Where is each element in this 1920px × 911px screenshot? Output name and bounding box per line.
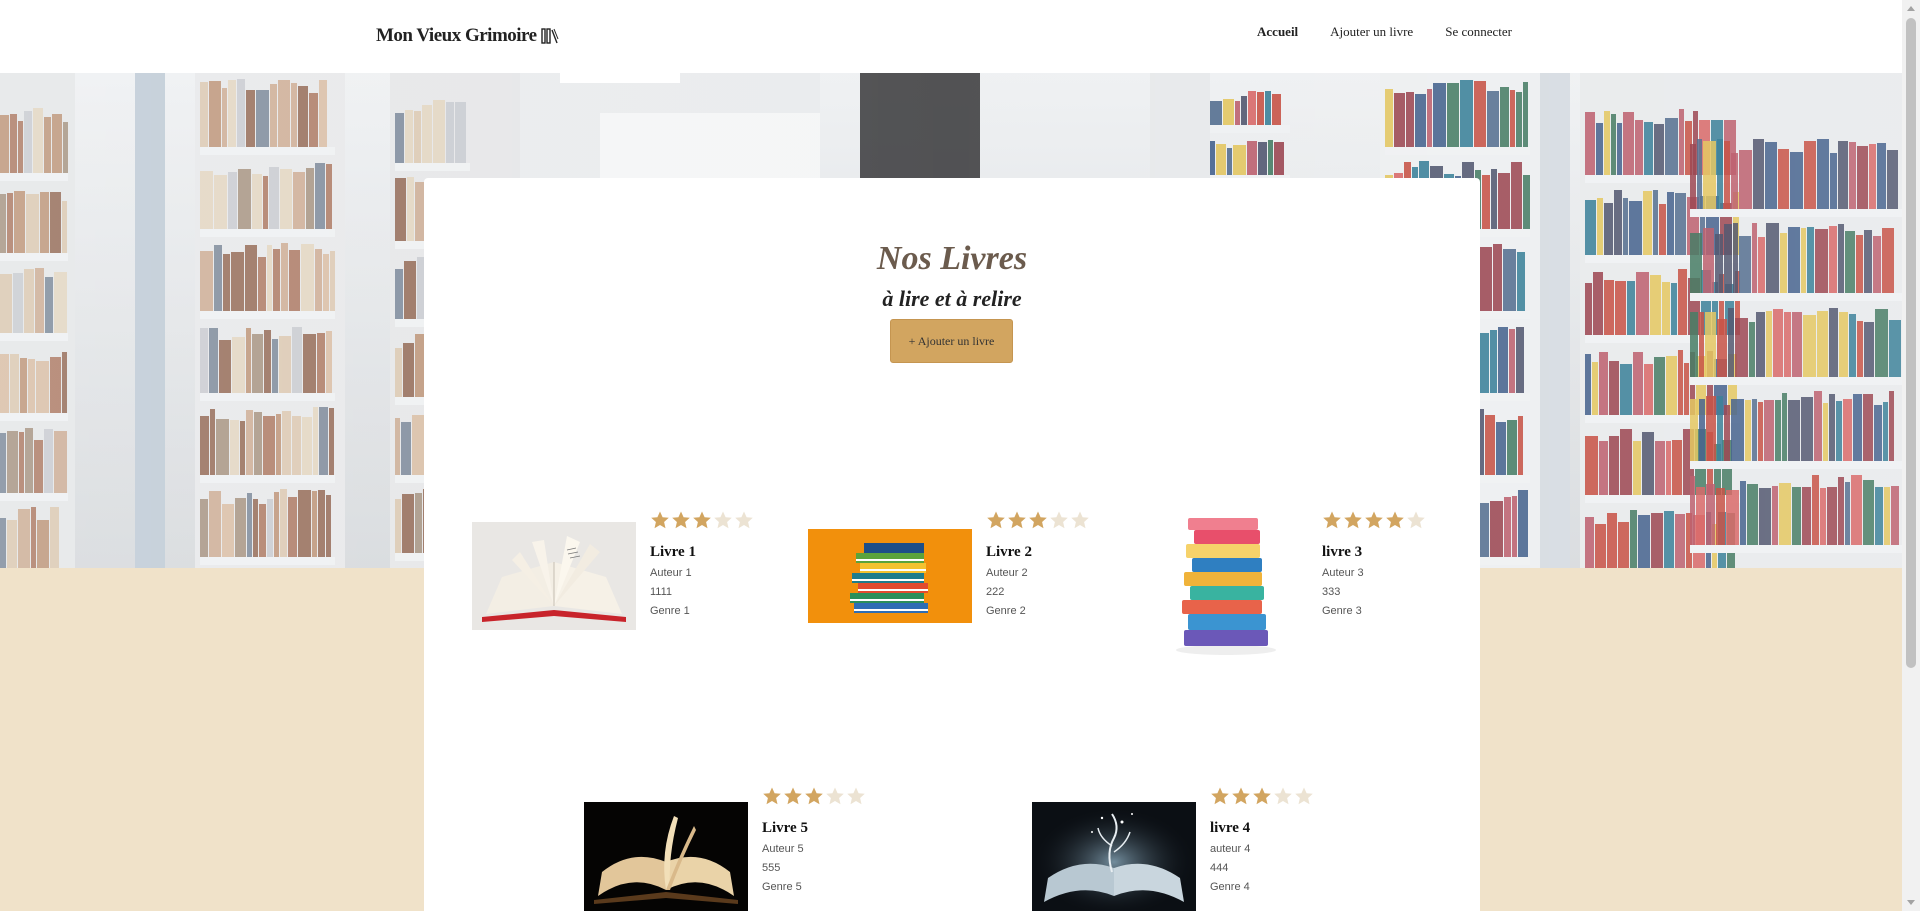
book-cover-image — [1032, 802, 1196, 911]
book-genre: Genre 3 — [1322, 605, 1362, 617]
books-icon — [540, 28, 559, 44]
nav-ajouter-livre[interactable]: Ajouter un livre — [1330, 24, 1413, 40]
book-author: auteur 4 — [1210, 843, 1251, 855]
star-icon — [1344, 511, 1362, 529]
book-cover-image — [472, 522, 636, 630]
star-icon — [1211, 787, 1229, 805]
book-genre: Genre 1 — [650, 605, 690, 617]
star-icon — [805, 787, 823, 805]
star-icon — [672, 511, 690, 529]
book-genre: Genre 4 — [1210, 881, 1250, 893]
star-icon — [784, 787, 802, 805]
star-icon — [1386, 511, 1404, 529]
add-book-button[interactable]: + Ajouter un livre — [890, 319, 1013, 363]
star-icon — [735, 511, 753, 529]
book-author: Auteur 5 — [762, 843, 804, 855]
book-author: Auteur 1 — [650, 567, 692, 579]
book-item[interactable]: Livre 5 Auteur 5 555 Genre 5 — [584, 786, 884, 911]
site-logo[interactable]: Mon Vieux Grimoire — [376, 25, 559, 47]
book-title: Livre 2 — [986, 544, 1032, 560]
book-title: livre 4 — [1210, 820, 1251, 836]
star-icon — [826, 787, 844, 805]
nav-accueil[interactable]: Accueil — [1257, 24, 1298, 40]
book-year: 333 — [1322, 586, 1341, 598]
star-icon — [1008, 511, 1026, 529]
star-icon — [1274, 787, 1292, 805]
book-item[interactable]: Livre 1 Auteur 1 1111 Genre 1 — [472, 510, 772, 630]
star-icon — [1295, 787, 1313, 805]
star-icon — [1323, 511, 1341, 529]
rating-stars — [1322, 510, 1426, 532]
books-card: Nos Livres à lire et à relire + Ajouter … — [424, 178, 1480, 911]
star-icon — [987, 511, 1005, 529]
rating-stars — [762, 786, 866, 808]
book-cover-image — [1144, 510, 1308, 660]
book-item[interactable]: livre 3 Auteur 3 333 Genre 3 — [1144, 510, 1444, 660]
book-author: Auteur 3 — [1322, 567, 1364, 579]
star-icon — [1029, 511, 1047, 529]
star-icon — [1407, 511, 1425, 529]
star-icon — [1253, 787, 1271, 805]
book-genre: Genre 2 — [986, 605, 1026, 617]
rating-stars — [1210, 786, 1314, 808]
star-icon — [847, 787, 865, 805]
scroll-down-arrow-icon[interactable] — [1907, 900, 1915, 905]
book-title: Livre 5 — [762, 820, 808, 836]
star-icon — [714, 511, 732, 529]
book-year: 222 — [986, 586, 1005, 598]
star-icon — [1071, 511, 1089, 529]
book-item[interactable]: Livre 2 Auteur 2 222 Genre 2 — [808, 510, 1108, 630]
star-icon — [1365, 511, 1383, 529]
star-icon — [1232, 787, 1250, 805]
scrollbar-thumb[interactable] — [1906, 18, 1916, 668]
rating-stars — [986, 510, 1090, 532]
star-icon — [763, 787, 781, 805]
page-scrollbar[interactable] — [1902, 0, 1920, 911]
book-year: 444 — [1210, 862, 1229, 874]
book-cover-image — [584, 802, 748, 911]
book-genre: Genre 5 — [762, 881, 802, 893]
book-author: Auteur 2 — [986, 567, 1028, 579]
book-year: 1111 — [650, 586, 673, 598]
page-subtitle: à lire et à relire — [882, 286, 1022, 311]
rating-stars — [650, 510, 754, 532]
main-nav: Accueil Ajouter un livre Se connecter — [1257, 24, 1512, 40]
star-icon — [1050, 511, 1068, 529]
scroll-up-arrow-icon[interactable] — [1907, 6, 1915, 11]
book-year: 555 — [762, 862, 781, 874]
book-cover-image — [808, 529, 972, 623]
logo-text: Mon Vieux Grimoire — [376, 25, 537, 46]
book-item[interactable]: livre 4 auteur 4 444 Genre 4 — [1032, 786, 1332, 911]
star-icon — [693, 511, 711, 529]
book-title: Livre 1 — [650, 544, 696, 560]
nav-se-connecter[interactable]: Se connecter — [1445, 24, 1512, 40]
star-icon — [651, 511, 669, 529]
book-title: livre 3 — [1322, 544, 1363, 560]
page-title: Nos Livres — [876, 240, 1028, 277]
site-header: Mon Vieux Grimoire Accueil Ajouter un li… — [0, 0, 1902, 73]
